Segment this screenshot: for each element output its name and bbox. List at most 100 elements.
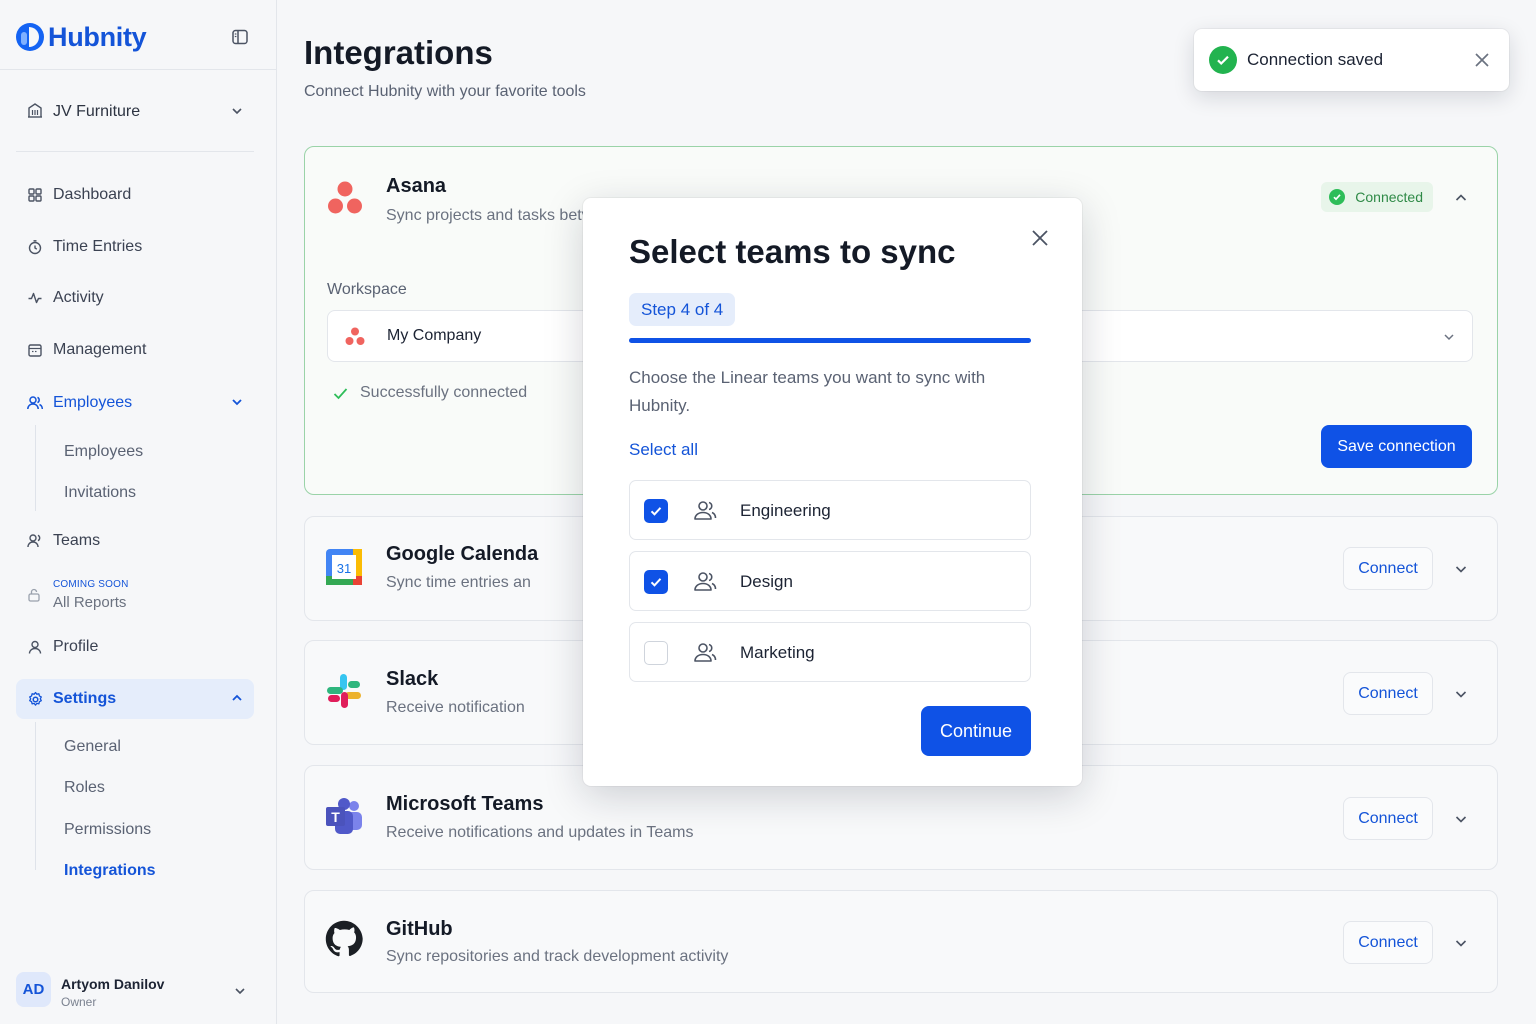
toast-notification: Connection saved [1194,29,1509,91]
subnav-roles[interactable]: Roles [64,779,105,797]
google-calendar-icon: 31 [325,548,365,588]
nav-employees-label: Employees [53,394,133,411]
chevron-down-icon [230,395,244,414]
sidebar-divider [16,151,254,152]
asana-title: Asana [386,175,447,197]
asana-description: Sync projects and tasks betv [386,207,590,224]
microsoft-teams-icon: T [325,797,365,837]
users-group-icon [692,641,718,670]
nav-teams[interactable]: Teams [16,521,254,561]
subnav-integrations[interactable]: Integrations [64,862,156,880]
microsoft-teams-title: Microsoft Teams [386,793,544,815]
asana-icon [344,326,366,353]
progress-fill [629,338,1031,343]
github-title: GitHub [386,918,453,940]
github-description: Sync repositories and track development … [386,948,729,965]
team-name: Marketing [740,643,815,662]
success-text: Successfully connected [360,384,528,401]
chevron-up-icon[interactable] [1453,190,1469,211]
check-circle-icon [1329,189,1346,205]
chevron-down-icon [230,104,244,123]
chevron-down-icon[interactable] [1453,561,1469,582]
nav-dashboard-label: Dashboard [53,186,132,203]
sidebar-toggle-icon[interactable] [229,26,251,48]
chevron-down-icon[interactable] [1453,686,1469,707]
company-name: JV Furniture [53,103,141,120]
checkbox[interactable] [644,570,668,594]
user-icon [26,638,44,656]
check-icon [650,578,662,587]
page-title: Integrations [304,34,493,71]
continue-button[interactable]: Continue [921,706,1031,756]
slack-icon [325,672,365,712]
connect-button[interactable]: Connect [1343,672,1433,715]
nav-time-entries-label: Time Entries [53,238,143,255]
github-icon [325,920,365,960]
chevron-down-icon[interactable] [1453,811,1469,832]
submenu-line [35,722,36,870]
check-icon [650,507,662,516]
nav-activity-label: Activity [53,289,104,306]
select-all-link[interactable]: Select all [629,440,698,460]
connect-button[interactable]: Connect [1343,921,1433,964]
user-menu[interactable]: AD Artyom Danilov Owner [16,970,261,1010]
dialog-description: Choose the Linear teams you want to sync… [629,368,986,415]
team-name: Design [740,572,793,591]
subnav-permissions[interactable]: Permissions [64,821,151,839]
close-icon[interactable] [1030,228,1050,248]
nav-profile[interactable]: Profile [16,627,254,667]
user-role: Owner [61,995,97,1009]
subnav-general[interactable]: General [64,738,121,756]
users-group-icon [692,499,718,528]
nav-dashboard[interactable]: Dashboard [16,175,254,215]
company-switcher[interactable]: JV Furniture [16,92,254,132]
chevron-down-icon[interactable] [1453,935,1469,956]
google-calendar-title: Google Calenda [386,543,539,565]
chevron-down-icon [1442,330,1456,349]
save-connection-button[interactable]: Save connection [1321,425,1472,468]
chevron-up-icon [230,691,244,710]
page-subtitle: Connect Hubnity with your favorite tools [304,83,586,100]
team-option-engineering[interactable]: Engineering [629,480,1031,540]
team-name: Engineering [740,501,831,520]
nav-settings[interactable]: Settings [16,679,254,719]
grid-icon [26,186,44,204]
connect-button[interactable]: Connect [1343,797,1433,840]
nav-time-entries[interactable]: Time Entries [16,227,254,267]
nav-profile-label: Profile [53,638,99,655]
subnav-invitations[interactable]: Invitations [64,484,136,502]
dialog-title: Select teams to sync [629,233,956,270]
connect-button[interactable]: Connect [1343,547,1433,590]
status-label: Connected [1355,189,1423,205]
submenu-line [35,425,36,511]
building-icon [26,101,44,124]
close-icon[interactable] [1473,51,1491,74]
slack-title: Slack [386,668,439,690]
brand-logo[interactable]: Hubnity [16,18,261,56]
nav-activity[interactable]: Activity [16,278,254,318]
checkbox[interactable] [644,499,668,523]
checkbox[interactable] [644,641,668,665]
nav-management-label: Management [53,341,147,358]
team-icon [26,532,44,550]
team-option-marketing[interactable]: Marketing [629,622,1031,682]
subnav-employees[interactable]: Employees [64,443,143,461]
nav-management[interactable]: Management [16,330,254,370]
team-option-design[interactable]: Design [629,551,1031,611]
toast-message: Connection saved [1247,50,1384,69]
nav-teams-label: Teams [53,532,101,549]
integration-card-github: GitHub Sync repositories and track devel… [304,890,1498,993]
gear-icon [26,690,44,708]
avatar: AD [16,972,51,1007]
hubnity-logo-icon [16,23,44,51]
status-badge: Connected [1321,182,1433,212]
lock-icon [26,587,42,608]
progress-bar [629,338,1031,343]
nav-settings-label: Settings [53,690,117,707]
brand-name: Hubnity [48,21,147,52]
nav-employees[interactable]: Employees [16,383,254,423]
asana-icon [325,179,365,219]
workspace-value: My Company [387,327,482,344]
users-icon [26,394,44,412]
sidebar: Hubnity JV Furniture Dashboard Time Entr… [0,0,277,1024]
